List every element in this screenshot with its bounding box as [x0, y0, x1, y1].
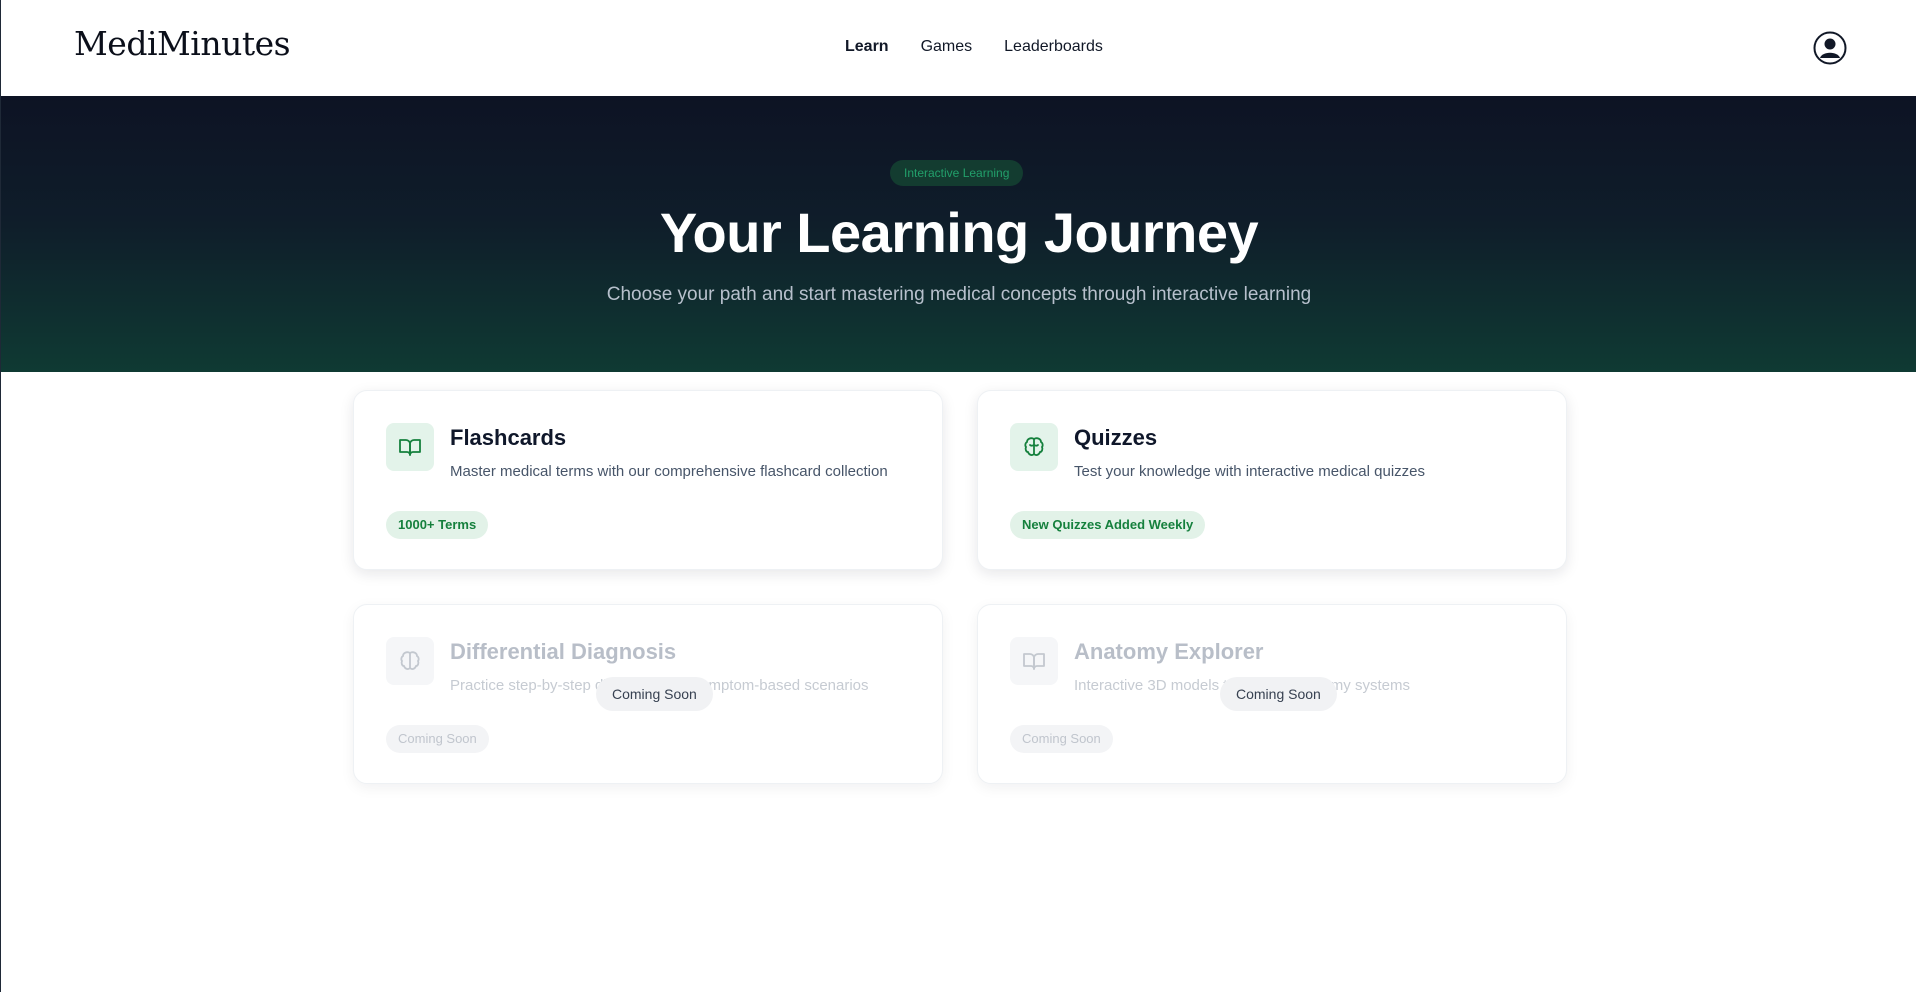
card-title: Anatomy Explorer	[1074, 639, 1264, 664]
card-icon-box	[386, 637, 434, 685]
card-tag: Coming Soon	[1010, 725, 1113, 753]
card-icon-box	[1010, 423, 1058, 471]
brand-logo[interactable]: MediMinutes	[74, 24, 291, 63]
card-title: Flashcards	[450, 425, 567, 450]
hero-banner: Interactive Learning Your Learning Journ…	[1, 96, 1916, 372]
hero-subtitle: Choose your path and start mastering med…	[606, 284, 1312, 305]
nav-learn[interactable]: Learn	[845, 38, 889, 56]
card-anatomy-explorer: Anatomy Explorer Interactive 3D models t…	[977, 604, 1567, 784]
card-tag: Coming Soon	[386, 725, 489, 753]
hero-title: Your Learning Journey	[659, 201, 1259, 264]
brain-icon	[1024, 437, 1044, 456]
card-differential-diagnosis: Differential Diagnosis Practice step-by-…	[353, 604, 943, 784]
card-icon-box	[386, 423, 434, 471]
card-tag: New Quizzes Added Weekly	[1010, 511, 1206, 539]
user-circle-icon[interactable]	[1813, 31, 1847, 65]
hero-badge: Interactive Learning	[890, 160, 1024, 186]
card-icon-box	[1010, 637, 1058, 685]
main-nav: Learn Games Leaderboards	[845, 38, 1103, 56]
nav-games[interactable]: Games	[921, 38, 973, 56]
card-tag: 1000+ Terms	[386, 511, 489, 539]
card-title: Differential Diagnosis	[450, 639, 677, 664]
brain-icon	[400, 651, 420, 670]
card-flashcards[interactable]: Flashcards Master medical terms with our…	[353, 390, 943, 570]
book-open-icon	[399, 439, 421, 456]
top-navbar: MediMinutes Learn Games Leaderboards	[1, 0, 1916, 96]
card-title: Quizzes	[1074, 425, 1158, 450]
nav-leaderboards[interactable]: Leaderboards	[1004, 38, 1103, 56]
card-description: Master medical terms with our comprehens…	[450, 463, 888, 480]
card-description: Test your knowledge with interactive med…	[1074, 463, 1425, 480]
book-open-icon	[1023, 653, 1045, 670]
coming-soon-badge: Coming Soon	[1220, 677, 1337, 711]
coming-soon-badge: Coming Soon	[596, 677, 713, 711]
card-quizzes[interactable]: Quizzes Test your knowledge with interac…	[977, 390, 1567, 570]
